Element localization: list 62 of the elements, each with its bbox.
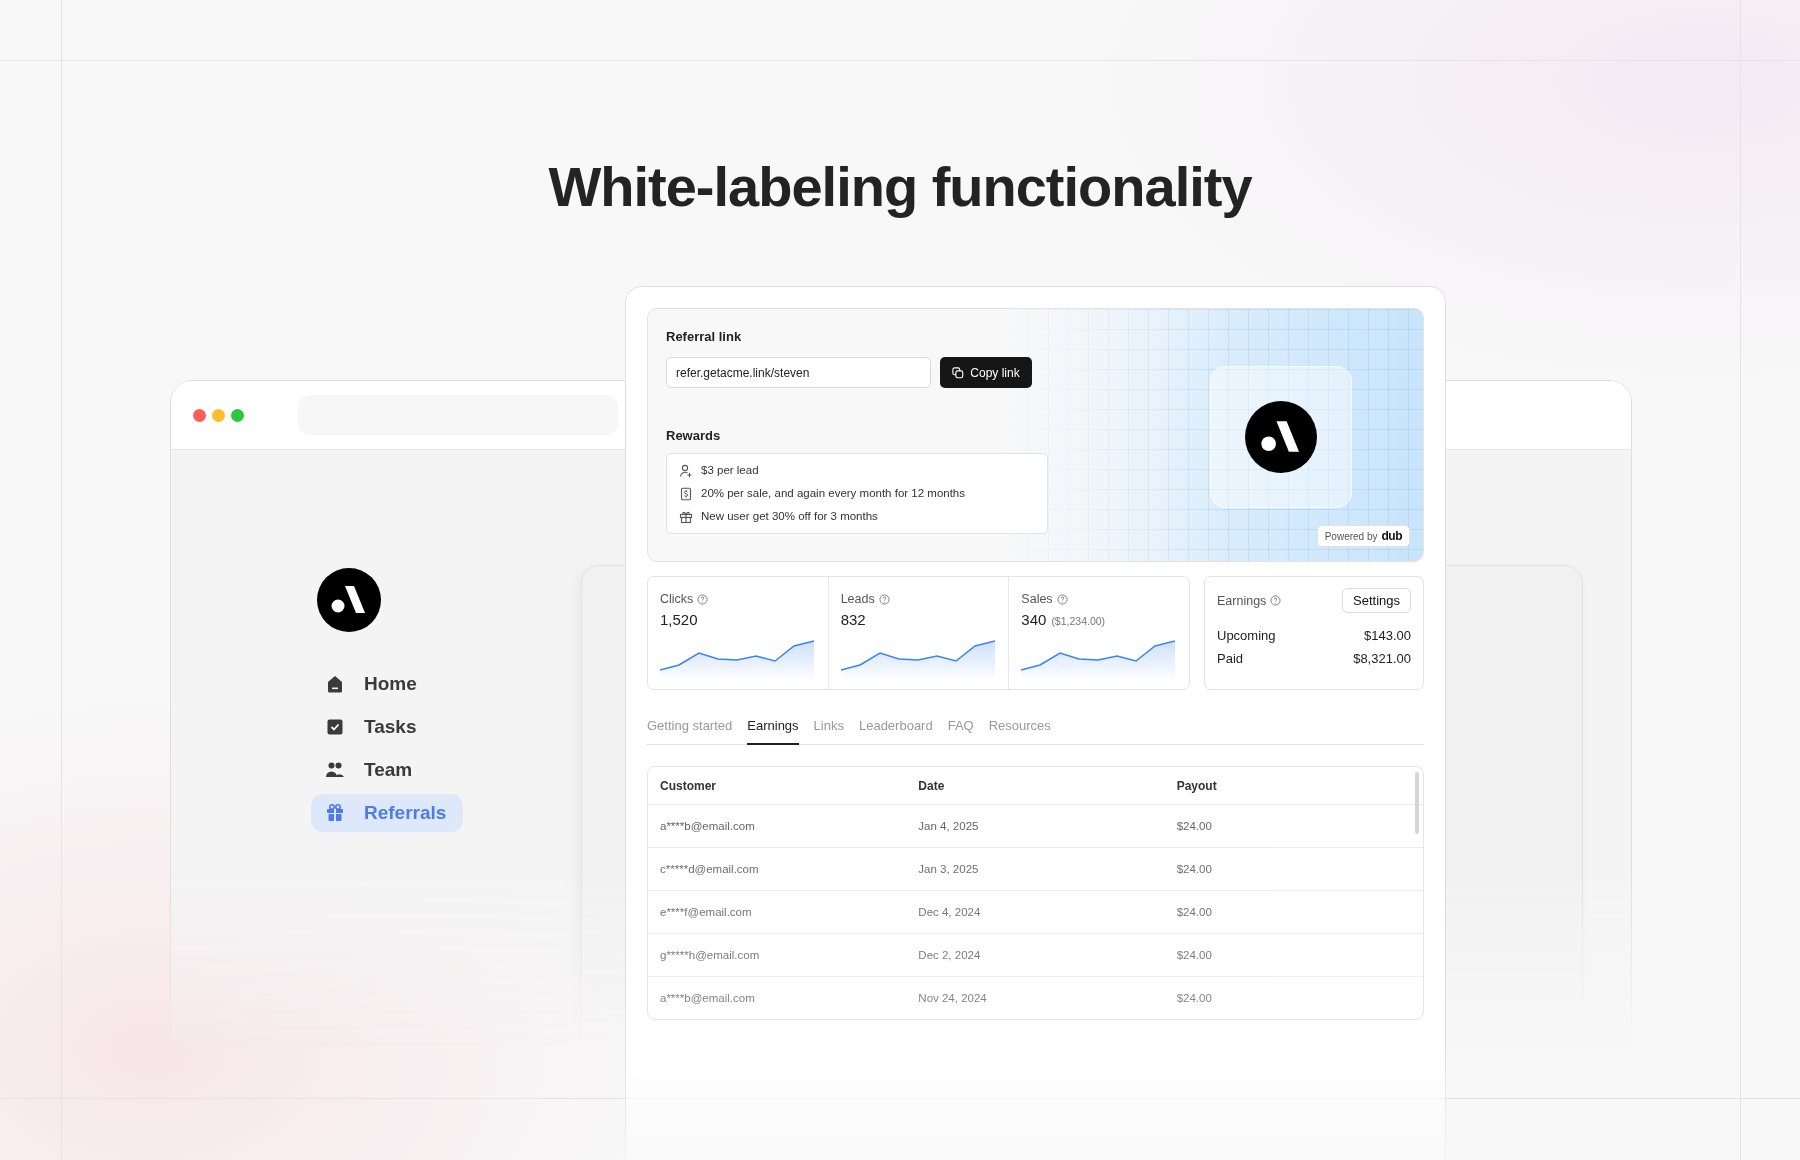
help-icon[interactable]	[878, 593, 890, 605]
logo-icon	[317, 568, 381, 632]
gift-icon	[679, 509, 693, 524]
stat-value: 340	[1021, 610, 1047, 629]
copy-link-button[interactable]: Copy link	[940, 357, 1032, 388]
table-cell-text: $24.00	[1175, 820, 1213, 832]
page-heading: White-labeling functionality	[547, 154, 1253, 220]
table-cell-text: $24.00	[1175, 992, 1213, 1004]
home-icon	[325, 674, 345, 694]
help-icon[interactable]	[1270, 595, 1282, 606]
stat-label: Leads	[840, 591, 875, 607]
table-cell-text: c*****d@email.com	[659, 863, 760, 875]
receipt-icon	[679, 486, 693, 501]
sidebar-item[interactable]: Team	[311, 751, 463, 789]
stat-note: ($1,234.00)	[1051, 615, 1106, 627]
help-icon[interactable]	[697, 593, 709, 605]
stat-label: Sales	[1021, 591, 1053, 607]
table-cell-text: Jan 3, 2025	[917, 863, 980, 875]
column-header: Customer	[659, 778, 717, 793]
table-cell-text: $24.00	[1175, 863, 1213, 875]
table-cell-text: Dec 4, 2024	[917, 906, 982, 918]
checkbox-icon	[325, 717, 345, 737]
table-cell-text: e****f@email.com	[659, 906, 753, 918]
earnings-amount: $143.00	[1364, 627, 1411, 644]
gift-icon	[325, 803, 345, 823]
minimize-icon[interactable]	[212, 408, 225, 422]
sidebar-item[interactable]: Home	[311, 665, 463, 703]
reward-text: New user get 30% off for 3 months	[701, 509, 878, 524]
stat-label: Clicks	[660, 591, 694, 607]
powered-by-badge[interactable]: Powered by dub	[1316, 525, 1410, 547]
referral-link-field[interactable]: refer.getacme.link/steven	[666, 357, 931, 388]
copy-icon	[952, 366, 965, 379]
user-add-icon	[679, 463, 693, 478]
table-cell-text: Jan 4, 2025	[917, 820, 980, 832]
reward-text: 20% per sale, and again every month for 12 months	[701, 486, 966, 501]
close-icon[interactable]	[193, 408, 206, 422]
section-label: Referral link	[666, 329, 743, 345]
reward-text: $3 per lead	[701, 463, 759, 478]
stat-value: 1,520	[660, 610, 698, 629]
table-cell-text: a****b@email.com	[659, 992, 756, 1004]
column-header: Payout	[1175, 778, 1218, 793]
scrollbar[interactable]	[1415, 772, 1419, 834]
help-icon[interactable]	[1056, 593, 1068, 605]
table-cell-text: $24.00	[1175, 906, 1213, 918]
logo-icon	[1245, 401, 1317, 473]
table-cell-text: $24.00	[1175, 949, 1213, 961]
earnings-label: Paid	[1217, 650, 1244, 667]
stat-value: 832	[840, 610, 866, 629]
team-icon	[325, 760, 345, 780]
earnings-label: Upcoming	[1217, 627, 1276, 644]
maximize-icon[interactable]	[231, 408, 244, 422]
settings-button[interactable]: Settings	[1342, 588, 1411, 613]
sidebar-item[interactable]: Tasks	[311, 708, 463, 746]
stat-label: Earnings	[1217, 592, 1267, 609]
tab[interactable]: Earnings	[747, 718, 799, 745]
earnings-amount: $8,321.00	[1353, 650, 1411, 667]
table-cell-text: g*****h@email.com	[659, 949, 761, 961]
table-cell-text: a****b@email.com	[659, 820, 756, 832]
table-cell-text: Dec 2, 2024	[917, 949, 982, 961]
section-label: Rewards	[666, 428, 722, 444]
column-header: Date	[917, 778, 946, 793]
table-cell-text: Nov 24, 2024	[917, 992, 988, 1004]
